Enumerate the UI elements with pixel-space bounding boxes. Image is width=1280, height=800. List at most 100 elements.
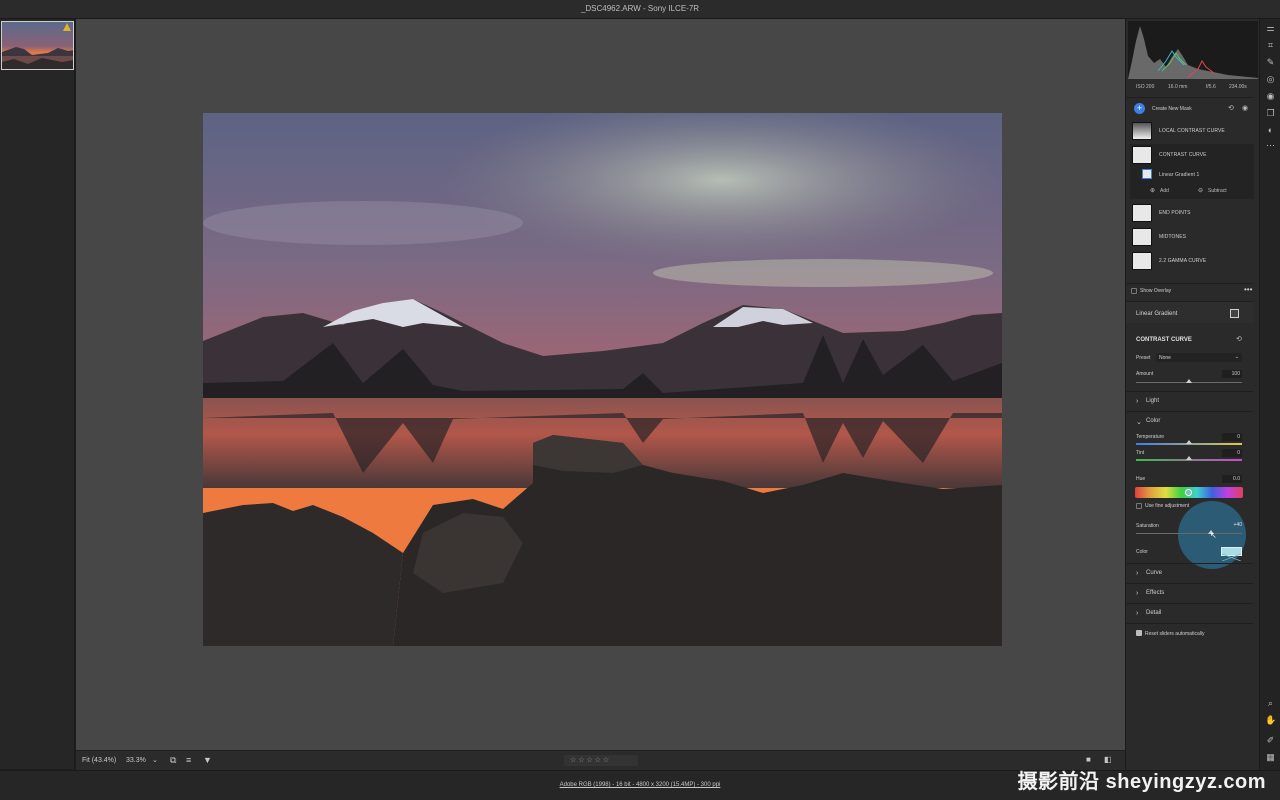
photo-image [203, 113, 1002, 646]
filmstrip-thumbnail[interactable] [1, 21, 74, 70]
hand-icon[interactable]: ✋ [1265, 715, 1276, 726]
amount-slider-thumb[interactable] [1186, 379, 1192, 383]
mask-list: + Create New Mask ⟲ ◉ LOCAL CONTRAST CUR… [1126, 97, 1254, 287]
temperature-slider-thumb[interactable] [1186, 440, 1192, 444]
saturation-slider-track[interactable] [1136, 533, 1242, 534]
create-mask-button[interactable]: + [1134, 103, 1145, 114]
chevron-right-icon: › [1136, 590, 1139, 597]
gradient-thumbnail [1142, 169, 1152, 179]
healing-brush-icon[interactable]: ✎ [1265, 57, 1276, 68]
section-light-label: Light [1146, 398, 1160, 404]
show-overlay-checkbox[interactable] [1131, 288, 1137, 294]
create-mask-label[interactable]: Create New Mask [1152, 106, 1192, 112]
edit-sliders-icon[interactable]: ⚌ [1265, 23, 1276, 34]
snapshots-icon[interactable]: ❐ [1265, 108, 1276, 119]
grid-icon[interactable]: ▦ [1265, 752, 1276, 763]
mask-name-heading: CONTRAST CURVE [1136, 337, 1192, 343]
presets-icon[interactable]: ◐ [1265, 125, 1276, 136]
reset-adjust-icon[interactable]: ⟲ [1236, 335, 1242, 343]
section-detail-label: Detail [1146, 610, 1162, 616]
mask-thumbnail [1132, 252, 1152, 270]
window-title: _DSC4962.ARW - Sony ILCE-7R [580, 4, 700, 13]
section-light[interactable]: › Light [1126, 391, 1253, 411]
section-curve[interactable]: › Curve [1126, 563, 1253, 583]
reset-mask-icon[interactable]: ⟲ [1228, 104, 1234, 112]
warning-icon[interactable] [63, 23, 71, 31]
fine-adjust-checkbox[interactable] [1136, 503, 1142, 509]
canvas-toolbar: Fit (43.4%) 33.3% ⌄ ⧉ ≡ ▼ ☆ ☆ ☆ ☆ ☆ ■ ◧ [76, 750, 1125, 770]
chevron-down-icon[interactable]: ⌄ [152, 756, 158, 764]
hue-value[interactable]: 0.0 [1222, 475, 1242, 483]
preset-dropdown[interactable]: None ⌄ [1156, 353, 1242, 362]
section-effects[interactable]: › Effects [1126, 583, 1253, 603]
subtract-button[interactable]: Subtract [1208, 188, 1227, 194]
split-view-icon[interactable]: ◧ [1104, 755, 1112, 764]
edit-panel: ISO 200 16.0 mm f/5.6 234.00s + Create N… [1125, 19, 1259, 770]
exif-focal: 16.0 mm [1168, 84, 1188, 90]
color-swatch[interactable] [1221, 547, 1242, 562]
crop-icon[interactable]: ⌗ [1265, 40, 1276, 51]
mask-end-points[interactable]: END POINTS [1130, 202, 1254, 224]
mask-thumbnail [1132, 122, 1152, 140]
mask-label: 2.2 GAMMA CURVE [1159, 258, 1207, 264]
zoom-icon[interactable]: ⌕ [1265, 698, 1276, 709]
chevron-down-icon: ⌄ [1234, 354, 1239, 360]
cursor-arrow-icon: ↖ [1210, 531, 1217, 540]
mask-component-linear-gradient[interactable]: Linear Gradient 1 [1130, 166, 1254, 183]
mask-midtones[interactable]: MIDTONES [1130, 226, 1254, 248]
chevron-right-icon: › [1136, 398, 1139, 405]
temperature-value[interactable]: 0 [1222, 433, 1242, 441]
mask-label: CONTRAST CURVE [1159, 152, 1207, 158]
mask-gamma-curve[interactable]: 2.2 GAMMA CURVE [1130, 250, 1254, 272]
preset-label: Preset [1136, 355, 1151, 361]
mask-thumbnail [1132, 228, 1152, 246]
tint-value[interactable]: 0 [1222, 449, 1242, 457]
add-icon[interactable]: ⊕ [1150, 187, 1155, 194]
histogram [1128, 21, 1258, 79]
mask-local-contrast-curve[interactable]: LOCAL CONTRAST CURVE [1130, 120, 1254, 142]
chevron-down-icon: ⌄ [1136, 419, 1142, 426]
exif-aperture: f/5.6 [1206, 84, 1216, 90]
main-photo[interactable] [203, 113, 1002, 646]
chevron-right-icon: › [1136, 610, 1139, 617]
add-button[interactable]: Add [1160, 188, 1169, 194]
red-eye-icon[interactable]: ◉ [1265, 91, 1276, 102]
visibility-icon[interactable]: ◉ [1242, 104, 1248, 112]
exif-shutter: 234.00s [1229, 84, 1247, 90]
section-detail[interactable]: › Detail [1126, 603, 1253, 623]
show-overlay-label: Show Overlay [1140, 288, 1172, 294]
star-rating[interactable]: ☆ ☆ ☆ ☆ ☆ [564, 755, 638, 766]
hue-label: Hue [1136, 476, 1146, 482]
gradient-tool-icon[interactable] [1230, 309, 1239, 318]
divider [1126, 623, 1253, 624]
mask-thumbnail [1132, 146, 1152, 164]
reset-sliders-label: Reset sliders automatically [1145, 631, 1205, 637]
section-color-label: Color [1146, 418, 1161, 424]
more-tools-icon[interactable]: ⋯ [1265, 140, 1276, 151]
exif-iso: ISO 200 [1136, 84, 1155, 90]
subtract-icon[interactable]: ⊖ [1198, 187, 1203, 194]
masking-icon[interactable]: ◎ [1265, 74, 1276, 85]
compare-icon[interactable]: ⧉ [170, 755, 176, 766]
amount-value[interactable]: 100 [1222, 370, 1242, 378]
zoom-dropdown[interactable]: 33.3% [126, 757, 146, 764]
reset-sliders-checkbox[interactable] [1136, 630, 1142, 636]
component-title: Linear Gradient [1136, 311, 1178, 317]
saturation-value[interactable]: +40 [1222, 522, 1242, 530]
mask-label: LOCAL CONTRAST CURVE [1159, 128, 1225, 134]
mask-contrast-curve[interactable]: CONTRAST CURVE [1130, 144, 1254, 166]
status-bar: Adobe RGB (1998) - 16 bit - 4800 x 3200 … [0, 770, 1280, 800]
eyedropper-icon[interactable]: ✐ [1265, 735, 1276, 746]
saturation-label: Saturation [1136, 523, 1159, 529]
filter-icon[interactable]: ▼ [203, 755, 212, 765]
more-options-icon[interactable]: ••• [1244, 285, 1252, 294]
single-view-icon[interactable]: ■ [1086, 755, 1091, 764]
chevron-right-icon: › [1136, 570, 1139, 577]
hue-slider-thumb[interactable] [1185, 489, 1192, 496]
zoom-fit-label[interactable]: Fit (43.4%) [82, 757, 116, 764]
amount-label: Amount [1136, 371, 1154, 377]
section-color[interactable]: ⌄ Color [1126, 411, 1253, 431]
component-header: Linear Gradient [1126, 301, 1253, 323]
tint-slider-thumb[interactable] [1186, 456, 1192, 460]
sort-icon[interactable]: ≡ [186, 755, 191, 765]
